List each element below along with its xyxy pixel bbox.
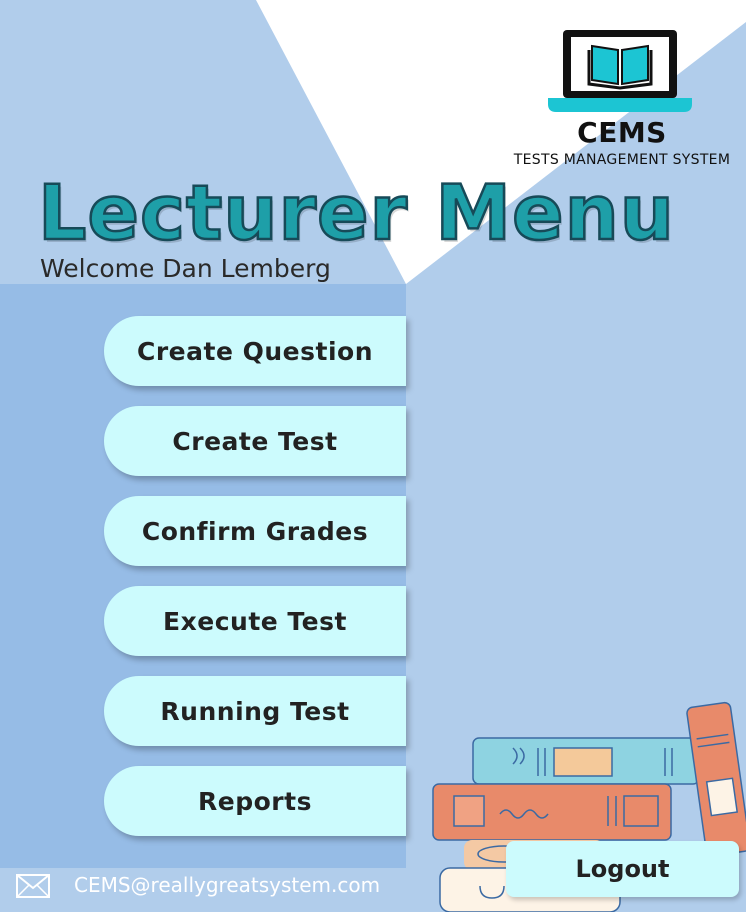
running-test-button[interactable]: Running Test <box>104 676 406 746</box>
execute-test-button[interactable]: Execute Test <box>104 586 406 656</box>
contact-email: CEMS@reallygreatsystem.com <box>74 873 381 897</box>
mail-icon <box>16 874 50 898</box>
laptop-book-logo-icon <box>548 30 692 112</box>
welcome-message: Welcome Dan Lemberg <box>40 254 331 283</box>
create-test-button[interactable]: Create Test <box>104 406 406 476</box>
create-question-button[interactable]: Create Question <box>104 316 406 386</box>
brand-name: CEMS <box>577 116 667 149</box>
brand-subtitle: TESTS MANAGEMENT SYSTEM <box>513 152 731 168</box>
confirm-grades-button[interactable]: Confirm Grades <box>104 496 406 566</box>
lecturer-menu-screen: CEMS TESTS MANAGEMENT SYSTEM Lecturer Me… <box>0 0 746 912</box>
reports-button[interactable]: Reports <box>104 766 406 836</box>
logout-button[interactable]: Logout <box>506 841 739 897</box>
page-title: Lecturer Menu <box>37 167 675 259</box>
